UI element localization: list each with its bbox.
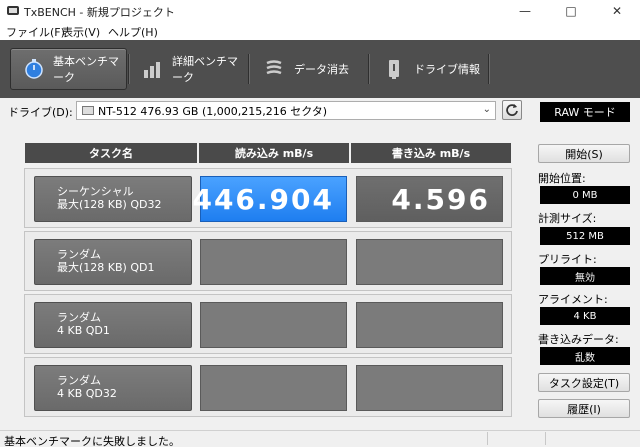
task-rand-4k-qd1-button[interactable]: ランダム 4 KB QD1 (34, 302, 192, 348)
drive-info-button[interactable]: ドライブ情報 (370, 48, 487, 90)
toolbar-divider (248, 54, 249, 84)
drive-select[interactable]: NT-512 476.93 GB (1,000,215,216 セクタ) ⌄ (76, 101, 496, 120)
drive-icon (82, 106, 94, 115)
write-result (356, 239, 503, 285)
task-line1: ランダム (57, 311, 101, 324)
data-erase-button[interactable]: データ消去 (250, 48, 367, 90)
start-button[interactable]: 開始(S) (538, 144, 630, 163)
task-line2: 4 KB QD32 (57, 387, 117, 400)
toolbar-divider (368, 54, 369, 84)
detail-benchmark-button[interactable]: 詳細ベンチマーク (130, 48, 247, 90)
data-erase-label: データ消去 (294, 63, 349, 76)
toolbar-divider (488, 54, 489, 84)
table-row: ランダム 4 KB QD1 (24, 294, 512, 354)
basic-benchmark-button[interactable]: 基本ベンチマーク (10, 48, 127, 90)
header-task-name: タスク名 (25, 143, 197, 163)
drive-info-icon (382, 57, 406, 81)
drive-selected-value: NT-512 476.93 GB (1,000,215,216 セクタ) (98, 104, 328, 118)
task-rand-128-button[interactable]: ランダム 最大(128 KB) QD1 (34, 239, 192, 285)
prewrite-value[interactable]: 無効 (540, 267, 630, 285)
close-icon[interactable]: ✕ (594, 0, 640, 22)
write-result (356, 365, 503, 411)
read-result: 446.904 (192, 176, 347, 222)
maximize-icon[interactable]: □ (548, 0, 594, 22)
toolbar-divider (128, 54, 129, 84)
write-data-label: 書き込みデータ: (538, 333, 619, 346)
size-label: 計測サイズ: (538, 212, 597, 225)
start-pos-label: 開始位置: (538, 172, 586, 185)
detail-benchmark-label: 詳細ベンチマーク (172, 55, 238, 84)
task-line2: 最大(128 KB) QD1 (57, 261, 155, 274)
task-line1: ランダム (57, 374, 101, 387)
basic-benchmark-label: 基本ベンチマーク (53, 55, 119, 84)
task-rand-4k-qd32-button[interactable]: ランダム 4 KB QD32 (34, 365, 192, 411)
table-row: ランダム 4 KB QD32 (24, 357, 512, 417)
status-divider (545, 432, 546, 445)
stopwatch-icon (23, 57, 45, 81)
start-pos-value[interactable]: 0 MB (540, 186, 630, 204)
refresh-button[interactable] (502, 100, 522, 120)
task-seq-button[interactable]: シーケンシャル 最大(128 KB) QD32 (34, 176, 192, 222)
toolbar: 基本ベンチマーク 詳細ベンチマーク データ消去 ドライブ情報 (0, 40, 640, 98)
write-result: 4.596 (356, 176, 503, 222)
status-divider (487, 432, 488, 445)
menu-bar: ファイル(F) 表示(V) ヘルプ(H) (0, 22, 640, 40)
drive-label: ドライブ(D): (8, 106, 73, 119)
task-line2: 4 KB QD1 (57, 324, 110, 337)
read-result (200, 302, 347, 348)
header-read: 読み込み mB/s (199, 143, 349, 163)
table-row: シーケンシャル 最大(128 KB) QD32 446.904 4.596 (24, 168, 512, 228)
chevron-down-icon: ⌄ (482, 104, 491, 115)
task-settings-button[interactable]: タスク設定(T) (538, 373, 630, 392)
alignment-value[interactable]: 4 KB (540, 307, 630, 325)
header-write: 書き込み mB/s (351, 143, 511, 163)
task-line2: 最大(128 KB) QD32 (57, 198, 162, 211)
bar-chart-icon (142, 57, 164, 81)
prewrite-label: プリライト: (538, 253, 597, 266)
refresh-icon (506, 104, 518, 116)
status-bar: 基本ベンチマークに失敗しました。 (0, 430, 640, 447)
drive-info-label: ドライブ情報 (414, 63, 480, 76)
task-line1: ランダム (57, 248, 101, 261)
write-result (356, 302, 503, 348)
app-icon (7, 6, 19, 15)
task-line1: シーケンシャル (57, 185, 134, 198)
history-button[interactable]: 履歴(I) (538, 399, 630, 418)
size-value[interactable]: 512 MB (540, 227, 630, 245)
title-bar: TxBENCH - 新規プロジェクト — □ ✕ (0, 0, 640, 22)
menu-help[interactable]: ヘルプ(H) (108, 24, 158, 40)
minimize-icon[interactable]: — (502, 0, 548, 22)
status-message: 基本ベンチマークに失敗しました。 (4, 435, 180, 447)
window-title: TxBENCH - 新規プロジェクト (24, 6, 175, 19)
menu-view[interactable]: 表示(V) (62, 24, 100, 40)
read-result (200, 365, 347, 411)
raw-mode-indicator[interactable]: RAW モード (540, 102, 630, 122)
table-row: ランダム 最大(128 KB) QD1 (24, 231, 512, 291)
write-data-value[interactable]: 乱数 (540, 347, 630, 365)
alignment-label: アライメント: (538, 293, 608, 306)
eraser-icon (262, 57, 286, 81)
menu-file[interactable]: ファイル(F) (6, 24, 65, 40)
read-result (200, 239, 347, 285)
